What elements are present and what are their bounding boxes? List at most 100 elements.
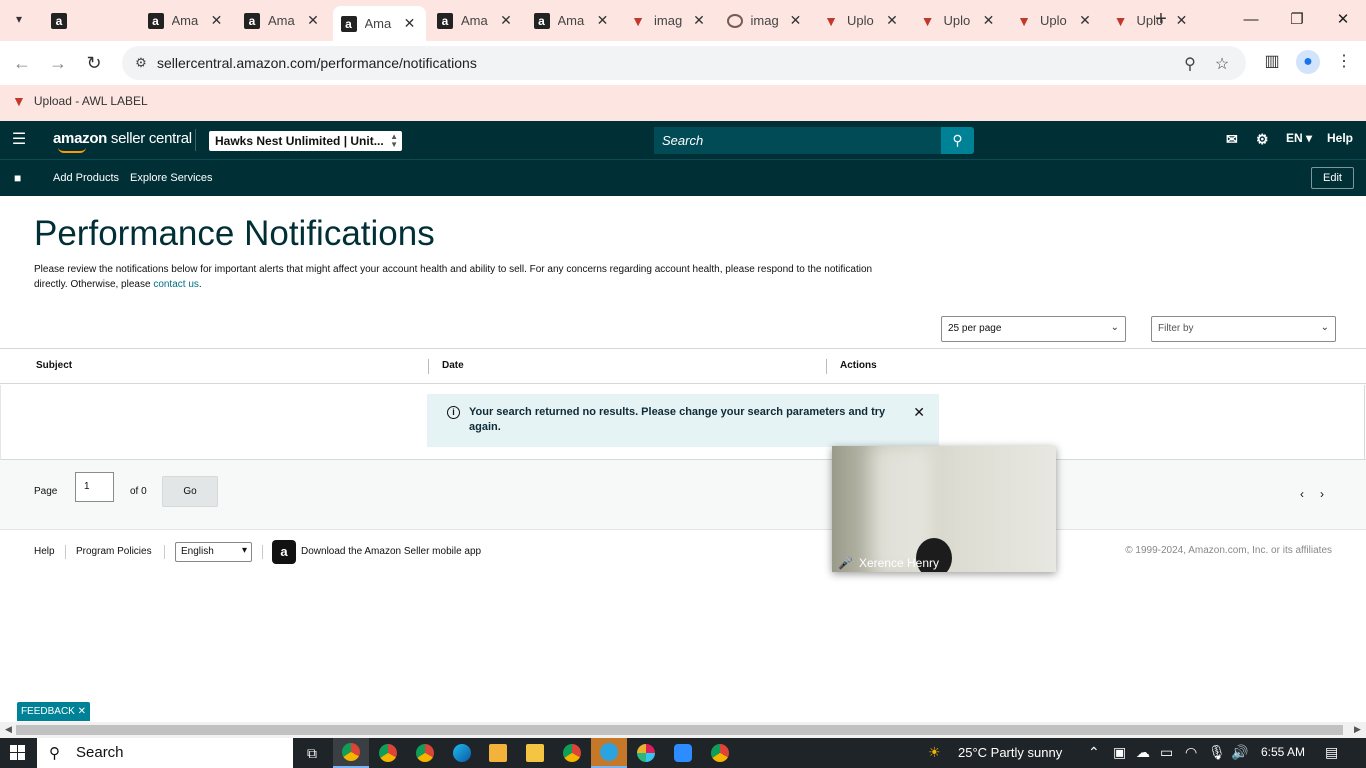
new-tab-button[interactable]: + bbox=[1150, 8, 1172, 30]
close-tab-icon[interactable]: ✕ bbox=[981, 12, 997, 29]
nav-explore-services[interactable]: Explore Services bbox=[130, 172, 213, 184]
bookmark-star-icon[interactable]: ☆ bbox=[1212, 54, 1232, 74]
next-page-icon[interactable]: › bbox=[1320, 487, 1324, 501]
onedrive-icon[interactable]: ☁ bbox=[1136, 744, 1150, 761]
chrome-taskbar-icon[interactable] bbox=[333, 738, 369, 768]
go-button[interactable]: Go bbox=[162, 476, 218, 507]
back-button[interactable]: ← bbox=[10, 51, 34, 75]
table-header: Subject Date Actions bbox=[0, 349, 1366, 384]
scrollbar-thumb[interactable] bbox=[16, 725, 1343, 735]
side-panel-icon[interactable]: ▥ bbox=[1260, 50, 1284, 74]
store-taskbar-icon[interactable] bbox=[480, 738, 516, 768]
column-subject[interactable]: Subject bbox=[36, 360, 72, 371]
browser-tab[interactable]: ▼ Uplo ✕ bbox=[1008, 6, 1101, 35]
taskbar-search[interactable]: ⚲ Search bbox=[37, 738, 293, 768]
meet-now-icon[interactable]: ▣ bbox=[1113, 744, 1126, 761]
close-tab-icon[interactable]: ✕ bbox=[402, 15, 418, 32]
zoom-taskbar-icon[interactable] bbox=[665, 738, 701, 768]
page-number-input[interactable]: 1 bbox=[75, 472, 114, 502]
site-info-icon[interactable]: ⚙ bbox=[132, 54, 150, 72]
close-icon[interactable]: ✕ bbox=[78, 706, 86, 717]
zoom-icon[interactable]: ⚲ bbox=[1180, 54, 1200, 74]
nav-add-products[interactable]: Add Products bbox=[53, 172, 119, 184]
notifications-icon[interactable]: ▤ bbox=[1325, 744, 1338, 761]
footer-help-link[interactable]: Help bbox=[34, 546, 55, 557]
clock-time[interactable]: 6:55 AM bbox=[1261, 745, 1305, 759]
language-selector[interactable]: EN ▾ bbox=[1286, 131, 1312, 145]
slack-taskbar-icon[interactable] bbox=[628, 738, 664, 768]
amazon-seller-central-logo[interactable]: amazon seller central bbox=[53, 130, 192, 147]
bookmark-icon[interactable]: ■ bbox=[14, 171, 21, 185]
edge-taskbar-icon[interactable] bbox=[444, 738, 480, 768]
browser-tab[interactable]: a Ama ✕ bbox=[332, 6, 426, 41]
close-window-button[interactable]: ✕ bbox=[1331, 8, 1355, 32]
volume-icon[interactable]: 🔊 bbox=[1231, 744, 1248, 761]
close-tab-icon[interactable]: ✕ bbox=[884, 12, 900, 29]
close-tab-icon[interactable]: ✕ bbox=[595, 12, 611, 29]
browser-tab[interactable]: imag ✕ bbox=[719, 6, 812, 35]
close-tab-icon[interactable]: ✕ bbox=[305, 12, 321, 29]
file-explorer-icon[interactable] bbox=[517, 738, 553, 768]
browser-tab[interactable]: ▼ Uplo ✕ bbox=[912, 6, 1005, 35]
url-text[interactable]: sellercentral.amazon.com/performance/not… bbox=[157, 55, 477, 71]
browser-tab[interactable]: a bbox=[43, 6, 136, 35]
header-search-input[interactable]: Search bbox=[654, 127, 941, 154]
chrome-taskbar-icon[interactable] bbox=[702, 738, 738, 768]
bookmark-upload-awl[interactable]: ▼ Upload - AWL LABEL bbox=[12, 93, 148, 109]
close-tab-icon[interactable]: ✕ bbox=[498, 12, 514, 29]
browser-tab[interactable]: a Ama ✕ bbox=[140, 6, 233, 35]
per-page-select[interactable]: 25 per page ⌄ bbox=[941, 316, 1126, 342]
forward-button[interactable]: → bbox=[46, 51, 70, 75]
download-app-link[interactable]: Download the Amazon Seller mobile app bbox=[301, 546, 481, 557]
microphone-icon[interactable]: 🎙 bbox=[1208, 744, 1226, 761]
close-tab-icon[interactable]: ✕ bbox=[209, 12, 225, 29]
browser-tab[interactable]: a Ama ✕ bbox=[429, 6, 522, 35]
tab-search-chevron-icon[interactable]: ▾ bbox=[8, 8, 30, 30]
close-tab-icon[interactable]: ✕ bbox=[691, 12, 707, 29]
close-icon[interactable]: ✕ bbox=[913, 404, 925, 421]
filter-select[interactable]: Filter by ⌄ bbox=[1151, 316, 1336, 342]
tray-chevron-up-icon[interactable]: ⌃ bbox=[1088, 744, 1100, 761]
task-view-icon[interactable]: ⧉ bbox=[294, 738, 330, 768]
address-bar[interactable]: ⚙ sellercentral.amazon.com/performance/n… bbox=[122, 46, 1246, 80]
browser-tab[interactable]: a Ama ✕ bbox=[526, 6, 619, 35]
telegram-taskbar-icon[interactable] bbox=[591, 738, 627, 768]
amazon-app-icon[interactable]: a bbox=[272, 540, 296, 564]
close-tab-icon[interactable]: ✕ bbox=[1077, 12, 1093, 29]
close-tab-icon[interactable]: ✕ bbox=[788, 12, 804, 29]
chrome-taskbar-icon[interactable] bbox=[407, 738, 443, 768]
profile-avatar[interactable]: ● bbox=[1296, 50, 1320, 74]
scroll-left-icon[interactable]: ◀ bbox=[5, 724, 12, 735]
chrome-taskbar-icon[interactable] bbox=[370, 738, 406, 768]
browser-tab[interactable]: ▼ imag ✕ bbox=[622, 6, 715, 35]
mail-icon[interactable]: ✉ bbox=[1226, 131, 1238, 148]
footer-language-select[interactable]: English ▾ bbox=[175, 542, 252, 562]
browser-tab[interactable]: ▼ Uplo ✕ bbox=[815, 6, 908, 35]
contact-us-link[interactable]: contact us bbox=[153, 279, 199, 290]
windows-start-icon[interactable] bbox=[10, 745, 26, 761]
search-button[interactable]: ⚲ bbox=[941, 127, 974, 154]
browser-tab[interactable]: a Ama ✕ bbox=[236, 6, 329, 35]
wifi-icon[interactable]: ◠ bbox=[1185, 744, 1197, 761]
menu-kebab-icon[interactable]: ⋮ bbox=[1332, 50, 1356, 74]
hamburger-menu-icon[interactable]: ☰ bbox=[10, 131, 28, 149]
help-link[interactable]: Help bbox=[1327, 131, 1353, 145]
feedback-button[interactable]: FEEDBACK ✕ bbox=[17, 702, 90, 721]
close-tab-icon[interactable]: ✕ bbox=[1174, 12, 1190, 29]
gear-icon[interactable]: ⚙ bbox=[1256, 131, 1269, 148]
edit-button[interactable]: Edit bbox=[1311, 167, 1354, 189]
horizontal-scrollbar[interactable]: ◀ ▶ bbox=[0, 722, 1366, 738]
reload-button[interactable]: ↻ bbox=[82, 51, 106, 75]
weather-icon[interactable]: ☀ bbox=[928, 744, 941, 761]
footer-policies-link[interactable]: Program Policies bbox=[76, 546, 152, 557]
battery-icon[interactable]: ▭ bbox=[1160, 744, 1173, 761]
restore-button[interactable]: ❐ bbox=[1285, 8, 1309, 32]
minimize-button[interactable]: — bbox=[1239, 8, 1263, 32]
chrome-taskbar-icon[interactable] bbox=[554, 738, 590, 768]
prev-page-icon[interactable]: ‹ bbox=[1300, 487, 1304, 501]
video-call-overlay[interactable]: 🎤 Xerence Henry bbox=[832, 446, 1056, 572]
store-selector[interactable]: Hawks Nest Unlimited | Unit... ▲ ▼ bbox=[209, 131, 402, 151]
weather-text[interactable]: 25°C Partly sunny bbox=[958, 745, 1062, 760]
column-date[interactable]: Date bbox=[442, 360, 464, 371]
scroll-right-icon[interactable]: ▶ bbox=[1354, 724, 1361, 735]
